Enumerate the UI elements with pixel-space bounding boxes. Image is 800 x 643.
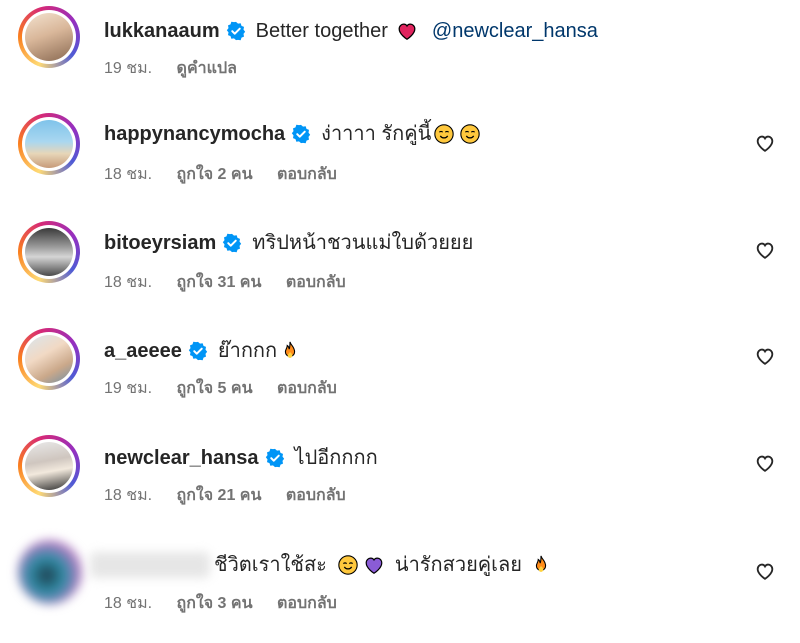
timestamp: 18 ชม.: [104, 595, 153, 612]
smiling-emoji: [434, 124, 455, 144]
heart-icon[interactable]: [754, 345, 776, 367]
smiling-emoji: [460, 124, 481, 144]
red-heart-emoji: [398, 23, 416, 41]
comment-item: ชีวิตเราใช้สะ น่ารักสวยคู่เลย 18 ชม. ถูก…: [0, 535, 800, 635]
verified-badge-icon: [188, 341, 208, 361]
avatar[interactable]: [18, 540, 82, 604]
reply-button[interactable]: ตอบกลับ: [286, 274, 346, 291]
heart-icon[interactable]: [754, 452, 776, 474]
avatar[interactable]: [18, 328, 80, 390]
verified-badge-icon: [223, 233, 242, 253]
username[interactable]: [90, 552, 210, 578]
reply-button[interactable]: ตอบกลับ: [277, 595, 337, 612]
comment-item: lukkanaaum Better together @newclear_han…: [0, 0, 800, 100]
timestamp: 18 ชม.: [104, 274, 153, 291]
comment-item: a_aeeee ย๊ากกก 19 ชม. ถูกใจ 5 คน ตอบกลับ: [0, 322, 800, 422]
comment-text: ย๊ากกก: [217, 340, 278, 362]
purple-heart-emoji: [365, 557, 383, 574]
timestamp: 19 ชม.: [104, 60, 153, 77]
verified-badge-icon: [226, 21, 245, 41]
comment-text: ไปอีกกกก: [294, 447, 378, 469]
username[interactable]: newclear_hansa: [104, 445, 259, 471]
avatar[interactable]: [18, 113, 80, 175]
comment-text: ทริปหน้าชวนแม่ใบด้วยยย: [252, 232, 474, 254]
heart-icon[interactable]: [754, 560, 776, 582]
comment-text: น่ารักสวยคู่เลย: [394, 554, 522, 576]
likes-count[interactable]: ถูกใจ 5 คน: [177, 380, 253, 397]
heart-icon[interactable]: [754, 239, 776, 261]
comment-text: ง่าาาา รักคู่นี้: [321, 123, 432, 145]
reply-button[interactable]: ตอบกลับ: [277, 166, 337, 183]
mention-link[interactable]: @newclear_hansa: [432, 18, 598, 44]
timestamp: 18 ชม.: [104, 487, 153, 504]
comment-item: happynancymocha ง่าาาา รักคู่นี้ 18 ชม. …: [0, 105, 800, 205]
username[interactable]: lukkanaaum: [104, 18, 220, 44]
see-translation-link[interactable]: ดูคำแปล: [177, 60, 237, 77]
avatar[interactable]: [18, 435, 80, 497]
fire-emoji: [535, 555, 547, 572]
likes-count[interactable]: ถูกใจ 3 คน: [177, 595, 253, 612]
verified-badge-icon: [265, 448, 284, 468]
avatar[interactable]: [18, 221, 80, 283]
smiling-emoji: [338, 555, 358, 575]
comment-item: newclear_hansa ไปอีกกกก 18 ชม. ถูกใจ 21 …: [0, 430, 800, 530]
likes-count[interactable]: ถูกใจ 31 คน: [177, 274, 262, 291]
avatar[interactable]: [18, 6, 80, 68]
likes-count[interactable]: ถูกใจ 21 คน: [177, 487, 262, 504]
verified-badge-icon: [292, 124, 311, 144]
comment-text: Better together: [255, 20, 388, 42]
timestamp: 18 ชม.: [104, 166, 153, 183]
heart-icon[interactable]: [754, 132, 776, 154]
reply-button[interactable]: ตอบกลับ: [277, 380, 337, 397]
username[interactable]: happynancymocha: [104, 121, 285, 147]
likes-count[interactable]: ถูกใจ 2 คน: [177, 166, 253, 183]
username[interactable]: a_aeeee: [104, 338, 182, 364]
comment-item: bitoeyrsiam ทริปหน้าชวนแม่ใบด้วยยย 18 ชม…: [0, 214, 800, 314]
fire-emoji: [285, 341, 296, 358]
timestamp: 19 ชม.: [104, 380, 153, 397]
username[interactable]: bitoeyrsiam: [104, 230, 216, 256]
reply-button[interactable]: ตอบกลับ: [286, 487, 346, 504]
comment-text: ชีวิตเราใช้สะ: [214, 554, 327, 576]
